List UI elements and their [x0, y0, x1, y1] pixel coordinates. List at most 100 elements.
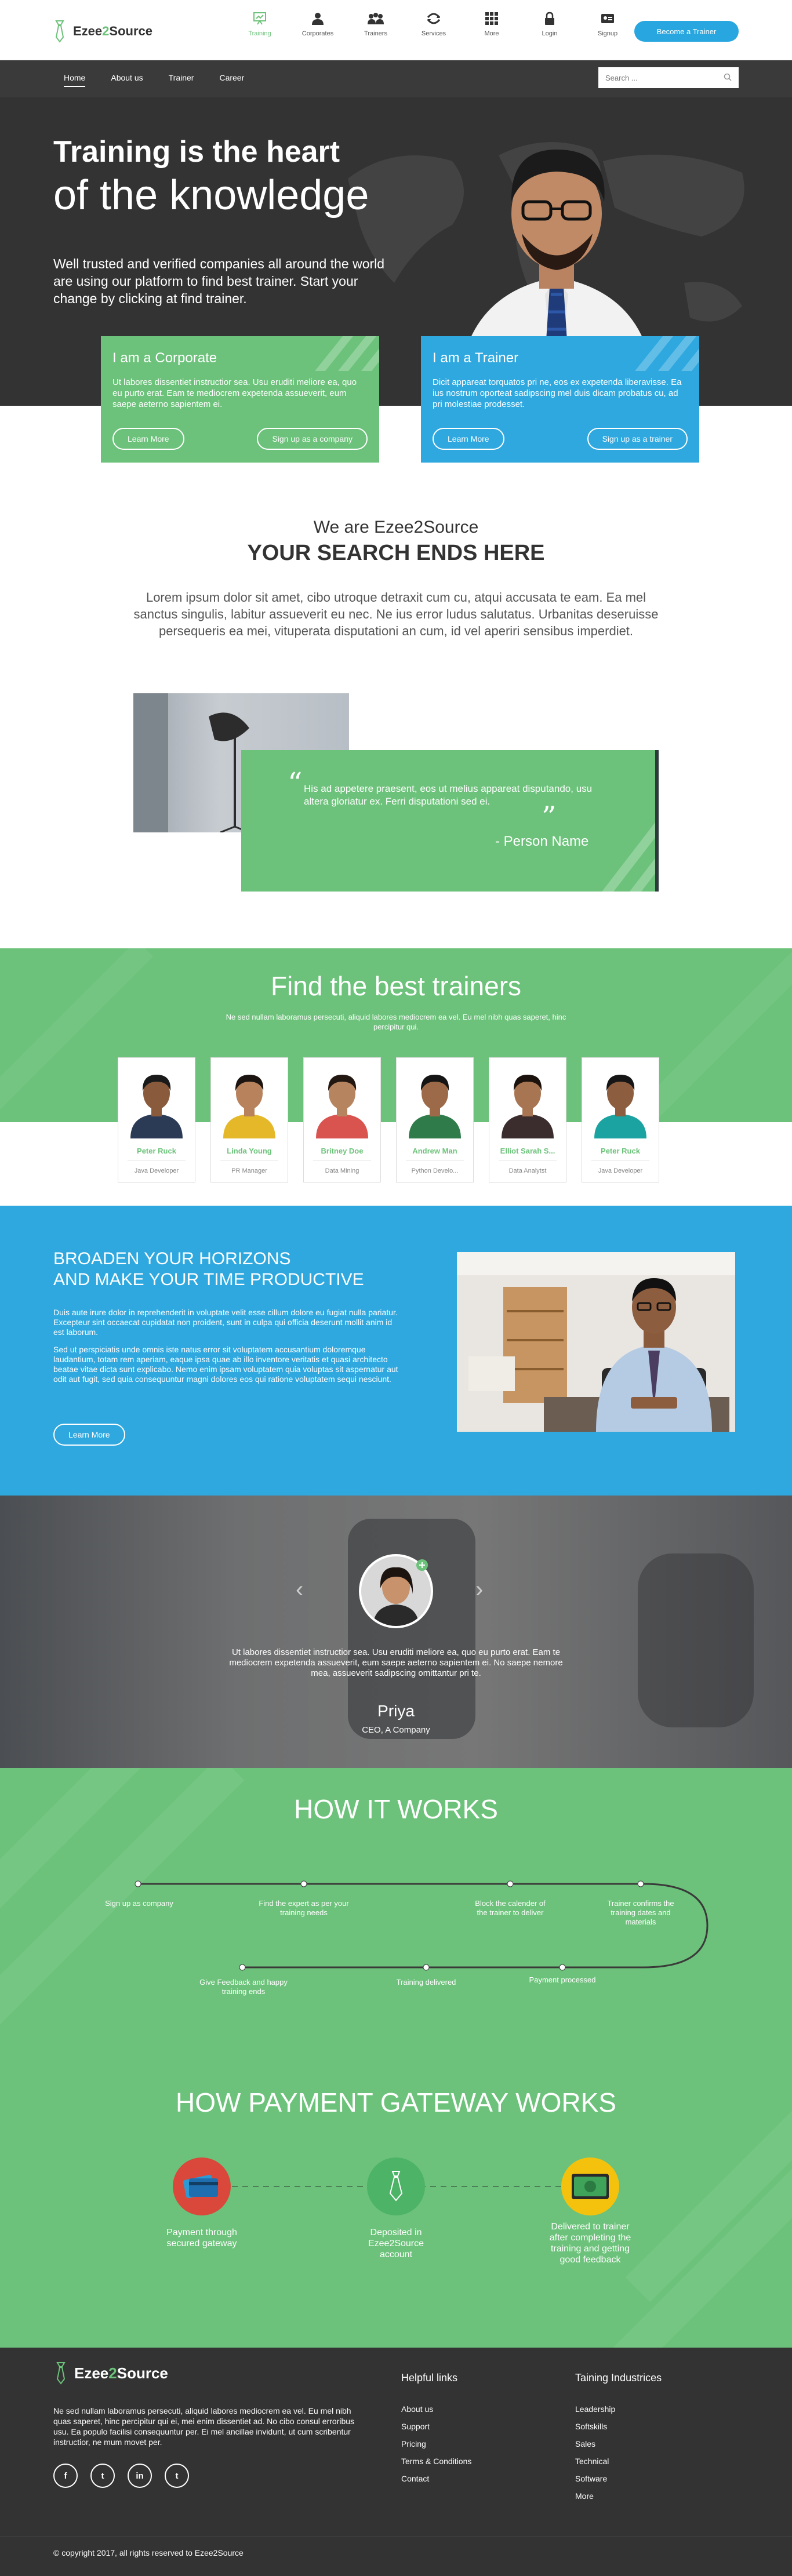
trainer-name: Andrew Man	[412, 1147, 457, 1155]
facebook-icon[interactable]: f	[53, 2464, 78, 2488]
training-icon	[253, 12, 266, 25]
brand-name: Ezee2Source	[73, 24, 152, 38]
card-payment-icon	[173, 2157, 231, 2215]
payment-flow	[173, 2157, 619, 2215]
hero-title-light: of the knowledge	[53, 172, 369, 219]
subnav-about-us[interactable]: About us	[111, 73, 143, 87]
broaden-learn-more-button[interactable]: Learn More	[53, 1424, 125, 1446]
trainer-role: Java Developer	[134, 1167, 179, 1174]
tie-deposit-icon	[367, 2157, 425, 2215]
tie-logo-icon	[55, 20, 64, 43]
signup-company-button[interactable]: Sign up as a company	[257, 428, 368, 450]
industry-link-softskills[interactable]: Softskills	[575, 2418, 662, 2435]
testimonial-next-arrow[interactable]: ›	[475, 1577, 483, 1603]
cash-delivered-icon	[561, 2157, 619, 2215]
subnav-home[interactable]: Home	[64, 73, 86, 87]
card-decoration-stripes	[315, 336, 379, 371]
step-signup: Sign up as company	[105, 1899, 173, 1908]
industry-link-software[interactable]: Software	[575, 2470, 662, 2487]
about-title: YOUR SEARCH ENDS HERE	[247, 541, 545, 565]
nav-services[interactable]: Services	[405, 12, 463, 37]
more-grid-icon	[485, 12, 498, 25]
footer-link-about[interactable]: About us	[401, 2400, 471, 2418]
industry-link-sales[interactable]: Sales	[575, 2435, 662, 2453]
trainers-icon	[368, 13, 384, 24]
footer-link-terms[interactable]: Terms & Conditions	[401, 2453, 471, 2470]
search-icon[interactable]	[724, 73, 732, 81]
nav-login[interactable]: Login	[521, 12, 579, 37]
step-feedback: Give Feedback and happy training ends	[199, 1978, 288, 1996]
trainer-card-item[interactable]: Andrew Man Python Develo...	[396, 1057, 474, 1183]
how-it-works-section: HOW IT WORKS Sign up as company Find the…	[0, 1768, 792, 2348]
copyright-text: © copyright 2017, all rights reserved to…	[53, 2548, 244, 2557]
hero-description: Well trusted and verified companies all …	[53, 256, 385, 306]
trainer-card-text: Dicit appareat torquatos pri ne, eos ex …	[433, 377, 682, 409]
trainer-card-item[interactable]: Linda Young PR Manager	[210, 1057, 288, 1183]
helpful-links-title: Helpful links	[401, 2372, 458, 2384]
brand-logo[interactable]: Ezee2Source	[52, 20, 152, 43]
trainer-name: Linda Young	[227, 1147, 272, 1155]
footer-description: Ne sed nullam laboramus persecuti, aliqu…	[53, 2406, 355, 2447]
signup-icon	[601, 14, 614, 23]
industry-link-technical[interactable]: Technical	[575, 2453, 662, 2470]
about-eyebrow: We are Ezee2Source	[313, 518, 479, 537]
broaden-title: BROADEN YOUR HORIZONS AND MAKE YOUR TIME …	[53, 1249, 364, 1289]
trainer-role: Data Mining	[325, 1167, 359, 1174]
footer-link-support[interactable]: Support	[401, 2418, 471, 2435]
trainer-card-item[interactable]: Peter Ruck Java Developer	[582, 1057, 659, 1183]
trainer-card-item[interactable]: Britney Doe Data Mining	[303, 1057, 381, 1183]
trainer-learn-more-button[interactable]: Learn More	[433, 428, 504, 450]
become-trainer-button[interactable]: Become a Trainer	[634, 21, 739, 42]
footer-link-contact[interactable]: Contact	[401, 2470, 471, 2487]
trainer-card-item[interactable]: Elliot Sarah S... Data Analytst	[489, 1057, 566, 1183]
nav-signup[interactable]: Signup	[579, 12, 637, 37]
trainer-role: Python Develo...	[411, 1167, 459, 1174]
industry-link-more[interactable]: More	[575, 2487, 662, 2505]
testimonial-text: Ut labores dissentiet instructior sea. U…	[229, 1647, 563, 1678]
trainer-photo	[586, 1062, 655, 1138]
nav-corporates[interactable]: Corporates	[289, 12, 347, 37]
footer-link-pricing[interactable]: Pricing	[401, 2435, 471, 2453]
hero-title-bold: Training is the heart	[53, 135, 340, 169]
nav-more[interactable]: More	[463, 12, 521, 37]
quote-open-mark: “	[288, 766, 303, 800]
corporates-icon	[312, 13, 324, 25]
broaden-section: BROADEN YOUR HORIZONS AND MAKE YOUR TIME …	[0, 1206, 792, 1496]
trainer-card: I am a Trainer Dicit appareat torquatos …	[421, 336, 699, 463]
quote-author: - Person Name	[495, 834, 589, 849]
card-decoration-stripes	[635, 336, 699, 371]
tie-logo-icon	[56, 2362, 66, 2385]
quote-decoration-stripes	[602, 823, 655, 892]
footer-brand-name: Ezee2Source	[74, 2364, 168, 2382]
subnav-career[interactable]: Career	[219, 73, 244, 87]
payment-step-gateway: Payment through secured gateway	[166, 2228, 237, 2248]
nav-trainers[interactable]: Trainers	[347, 12, 405, 37]
subnav-trainer[interactable]: Trainer	[169, 73, 194, 87]
office-professional-photo	[457, 1252, 735, 1432]
trainer-name: Peter Ruck	[601, 1147, 640, 1155]
signup-trainer-button[interactable]: Sign up as a trainer	[587, 428, 688, 450]
corporate-card-text: Ut labores dissentiet instructior sea. U…	[112, 377, 357, 409]
trainers-title: Find the best trainers	[270, 971, 522, 1001]
trainer-photo	[493, 1062, 562, 1138]
quote-close-mark: ”	[542, 800, 557, 834]
tumblr-icon[interactable]: t	[165, 2464, 189, 2488]
testimonial-prev-arrow[interactable]: ‹	[296, 1577, 303, 1603]
corporate-card: I am a Corporate Ut labores dissentiet i…	[101, 336, 379, 463]
twitter-icon[interactable]: t	[90, 2464, 115, 2488]
testimonial-avatar	[359, 1554, 433, 1628]
industry-link-leadership[interactable]: Leadership	[575, 2400, 662, 2418]
trainer-name: Elliot Sarah S...	[500, 1147, 555, 1155]
search-input[interactable]	[598, 67, 714, 88]
step-block-calendar: Block the calender of the trainer to del…	[475, 1899, 546, 1917]
payment-title: HOW PAYMENT GATEWAY WORKS	[176, 2087, 616, 2117]
nav-training[interactable]: Training	[231, 12, 289, 37]
linkedin-icon[interactable]: in	[128, 2464, 152, 2488]
footer-logo[interactable]: Ezee2Source	[53, 2362, 168, 2385]
step-training-delivered: Training delivered	[396, 1978, 456, 1986]
trainer-role: Data Analytst	[508, 1167, 547, 1174]
corporate-learn-more-button[interactable]: Learn More	[112, 428, 184, 450]
trainer-role: PR Manager	[231, 1167, 267, 1174]
trainer-card-item[interactable]: Peter Ruck Java Developer	[118, 1057, 195, 1183]
trainer-photo	[122, 1062, 191, 1138]
